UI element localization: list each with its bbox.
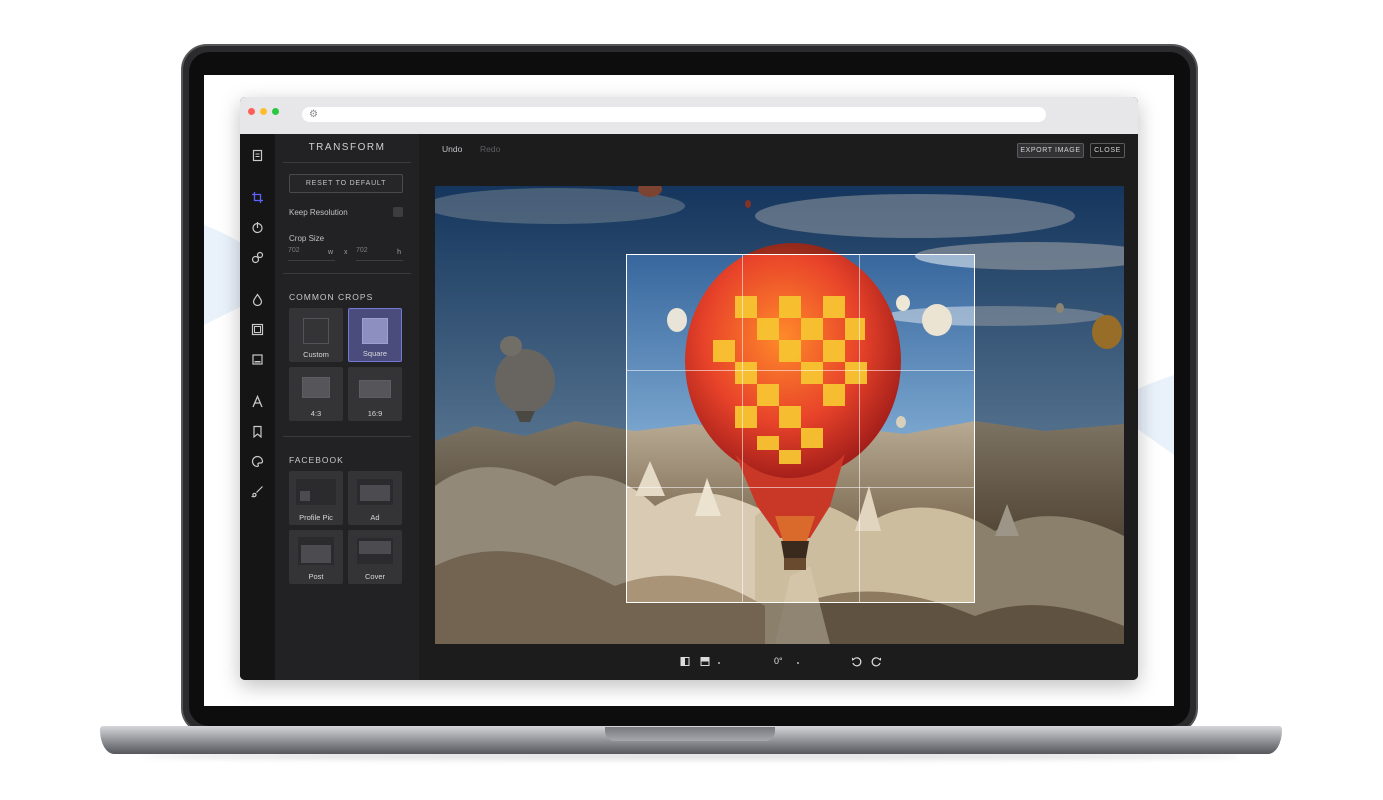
flip-vertical-icon[interactable] bbox=[700, 656, 710, 667]
profile-pic-avatar-icon bbox=[300, 491, 310, 501]
editor-app: TRANSFORM RESET TO DEFAULT Keep Resoluti… bbox=[240, 134, 1138, 680]
panel-title: TRANSFORM bbox=[308, 142, 386, 153]
drop-icon[interactable] bbox=[249, 293, 266, 310]
crop-grid-line bbox=[859, 255, 860, 602]
close-button[interactable]: CLOSE bbox=[1090, 143, 1125, 158]
rotation-slider-left[interactable] bbox=[718, 662, 725, 664]
flip-horizontal-icon[interactable] bbox=[680, 656, 690, 667]
crop-label: 16:9 bbox=[367, 409, 383, 418]
crop-label: Profile Pic bbox=[299, 513, 333, 522]
palette-icon[interactable] bbox=[249, 455, 266, 472]
frame-icon[interactable] bbox=[249, 323, 266, 340]
ratio-4-3-icon bbox=[302, 377, 330, 398]
custom-crop-icon bbox=[303, 318, 329, 344]
globe-icon: ⚙ bbox=[309, 109, 318, 120]
keep-resolution-label: Keep Resolution bbox=[289, 208, 348, 217]
crop-label: Post bbox=[308, 572, 324, 581]
crop-grid-line bbox=[627, 487, 974, 488]
crop-cover-tile[interactable]: Cover bbox=[348, 530, 402, 584]
crop-height-value: 702 bbox=[356, 247, 368, 254]
browser-window: ⚙ TRANSFORM RESET TO DEFAULT Keep Resolu… bbox=[240, 97, 1138, 680]
export-image-button[interactable]: EXPORT IMAGE bbox=[1017, 143, 1084, 158]
reset-to-default-button[interactable]: RESET TO DEFAULT bbox=[289, 174, 403, 193]
crop-width-field[interactable]: 702 w bbox=[288, 247, 335, 261]
ad-image-icon bbox=[360, 485, 390, 501]
undo-button[interactable]: Undo bbox=[442, 144, 462, 154]
crop-profile-pic-tile[interactable]: Profile Pic bbox=[289, 471, 343, 525]
common-crops-heading: COMMON CROPS bbox=[289, 292, 374, 302]
crop-height-unit: h bbox=[397, 249, 401, 256]
crop-post-tile[interactable]: Post bbox=[289, 530, 343, 584]
rotation-slider-right[interactable] bbox=[797, 662, 804, 664]
square-icon[interactable] bbox=[249, 353, 266, 370]
crop-height-field[interactable]: 702 h bbox=[356, 247, 403, 261]
document-icon[interactable] bbox=[249, 149, 266, 166]
tool-rail bbox=[240, 134, 275, 680]
divider bbox=[283, 273, 411, 274]
cover-image-icon bbox=[359, 541, 391, 554]
facebook-heading: FACEBOOK bbox=[289, 455, 344, 465]
minimize-window-button[interactable] bbox=[260, 108, 267, 115]
crop-4-3-tile[interactable]: 4:3 bbox=[289, 367, 343, 421]
crop-icon[interactable] bbox=[249, 191, 266, 208]
close-window-button[interactable] bbox=[248, 108, 255, 115]
crop-label: Square bbox=[362, 349, 388, 358]
crop-ad-tile[interactable]: Ad bbox=[348, 471, 402, 525]
divider bbox=[283, 436, 411, 437]
crop-label: Custom bbox=[303, 350, 329, 359]
crop-label: Ad bbox=[370, 513, 380, 522]
crop-custom-tile[interactable]: Custom bbox=[289, 308, 343, 362]
crop-width-unit: w bbox=[327, 249, 333, 256]
rotate-right-icon[interactable] bbox=[871, 656, 881, 667]
bookmark-icon[interactable] bbox=[249, 425, 266, 442]
post-image-icon bbox=[301, 545, 331, 563]
crop-grid-line bbox=[742, 255, 743, 602]
crop-16-9-tile[interactable]: 16:9 bbox=[348, 367, 402, 421]
divider bbox=[283, 162, 411, 163]
maximize-window-button[interactable] bbox=[272, 108, 279, 115]
adjust-icon[interactable] bbox=[249, 221, 266, 238]
crop-label: Cover bbox=[364, 572, 385, 581]
crop-size-label: Crop Size bbox=[289, 234, 325, 243]
laptop-notch bbox=[605, 727, 775, 741]
transform-panel: TRANSFORM RESET TO DEFAULT Keep Resoluti… bbox=[275, 134, 419, 680]
ratio-16-9-icon bbox=[359, 380, 391, 398]
laptop-screen: ⚙ TRANSFORM RESET TO DEFAULT Keep Resolu… bbox=[204, 75, 1174, 706]
rotate-left-icon[interactable] bbox=[851, 656, 862, 667]
browser-chrome: ⚙ bbox=[240, 97, 1138, 134]
redo-button[interactable]: Redo bbox=[480, 144, 500, 154]
size-times: x bbox=[344, 249, 348, 256]
crop-square-tile[interactable]: Square bbox=[348, 308, 402, 362]
crop-width-value: 702 bbox=[288, 247, 300, 254]
brush-icon[interactable] bbox=[249, 485, 266, 502]
crop-grid-line bbox=[627, 370, 974, 371]
address-bar[interactable]: ⚙ bbox=[302, 107, 1046, 122]
image-canvas[interactable] bbox=[435, 186, 1124, 644]
rotation-angle: 0° bbox=[774, 656, 783, 666]
crop-selection-box[interactable] bbox=[626, 254, 975, 603]
text-icon[interactable] bbox=[249, 394, 266, 412]
filters-icon[interactable] bbox=[249, 251, 266, 268]
crop-label: 4:3 bbox=[310, 409, 322, 418]
square-crop-icon bbox=[362, 318, 388, 344]
keep-resolution-checkbox[interactable] bbox=[393, 207, 403, 217]
